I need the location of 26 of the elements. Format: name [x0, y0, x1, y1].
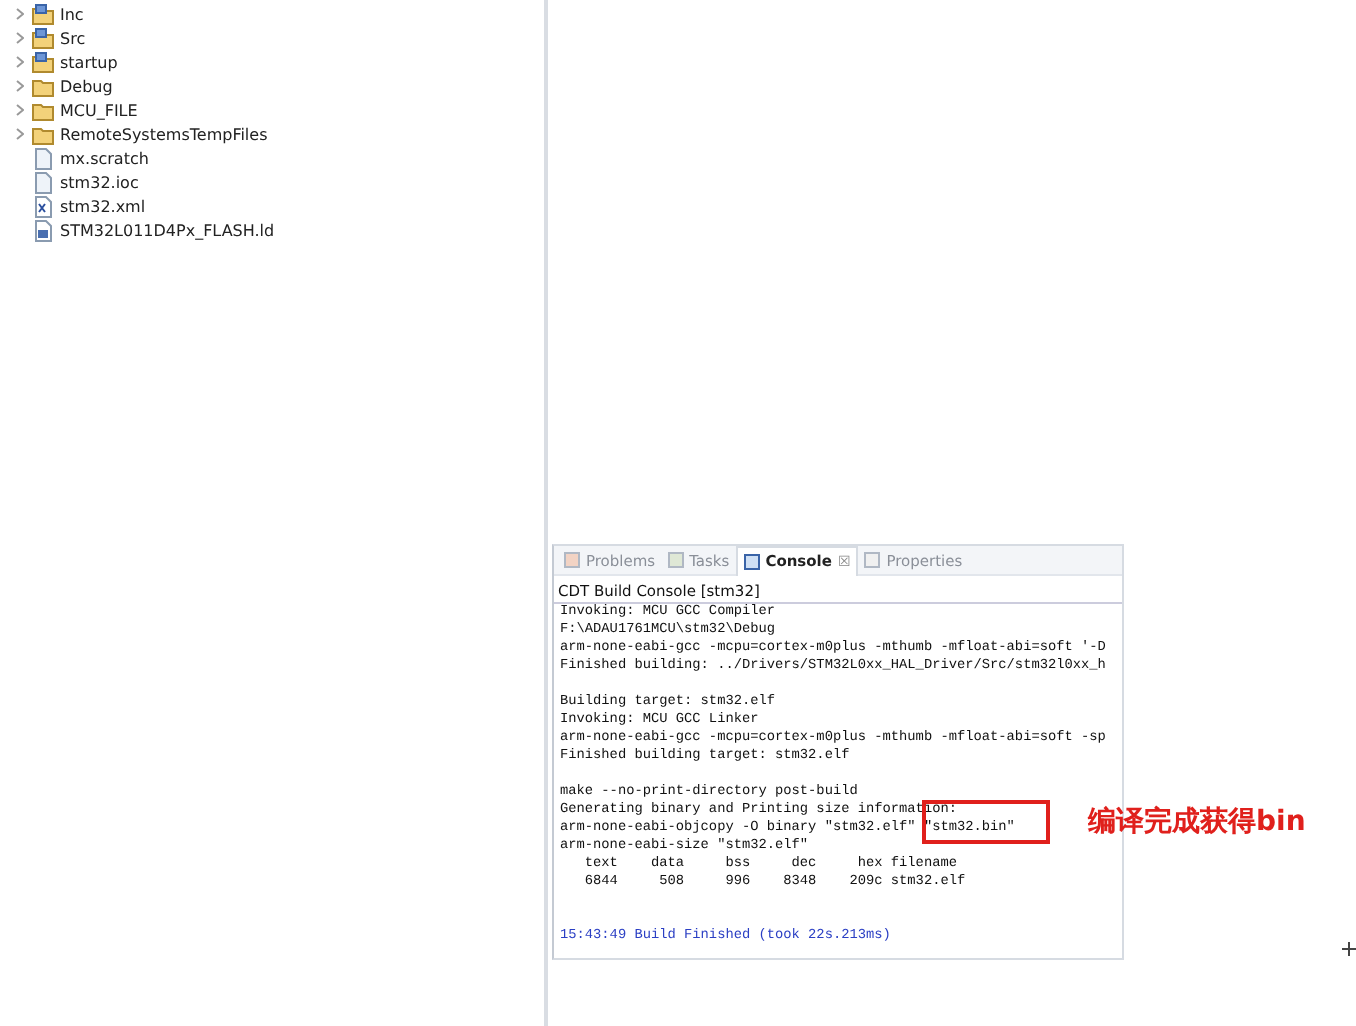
console-icon — [743, 553, 760, 569]
xml-file-icon — [32, 195, 54, 217]
tree-item[interactable]: stm32.xml — [60, 195, 146, 217]
folder-icon — [32, 123, 54, 145]
tree-item[interactable]: Src — [60, 27, 86, 49]
tree-item[interactable]: Debug — [60, 75, 113, 97]
crosshair-icon — [1342, 942, 1356, 956]
linker-file-icon — [32, 219, 54, 241]
file-icon — [32, 147, 54, 169]
package-folder-icon — [32, 51, 54, 73]
package-folder-icon — [32, 3, 54, 25]
folder-icon — [32, 75, 54, 97]
properties-icon — [864, 552, 881, 568]
problems-icon — [564, 552, 580, 568]
tree-item[interactable]: startup — [60, 51, 118, 73]
file-icon — [32, 171, 54, 193]
tree-item[interactable]: stm32.ioc — [60, 171, 139, 193]
tasks-icon — [667, 552, 684, 568]
folder-icon — [32, 99, 54, 121]
tree-item[interactable]: Inc — [60, 3, 84, 25]
tree-item[interactable]: STM32L011D4Px_FLASH.ld — [60, 219, 275, 241]
tree-item[interactable]: RemoteSystemsTempFiles — [60, 123, 268, 145]
package-folder-icon — [32, 27, 54, 49]
annotation-label: 编译完成获得bin — [1088, 804, 1306, 840]
tree-item[interactable]: MCU_FILE — [60, 99, 138, 121]
tree-item[interactable]: mx.scratch — [60, 147, 149, 169]
